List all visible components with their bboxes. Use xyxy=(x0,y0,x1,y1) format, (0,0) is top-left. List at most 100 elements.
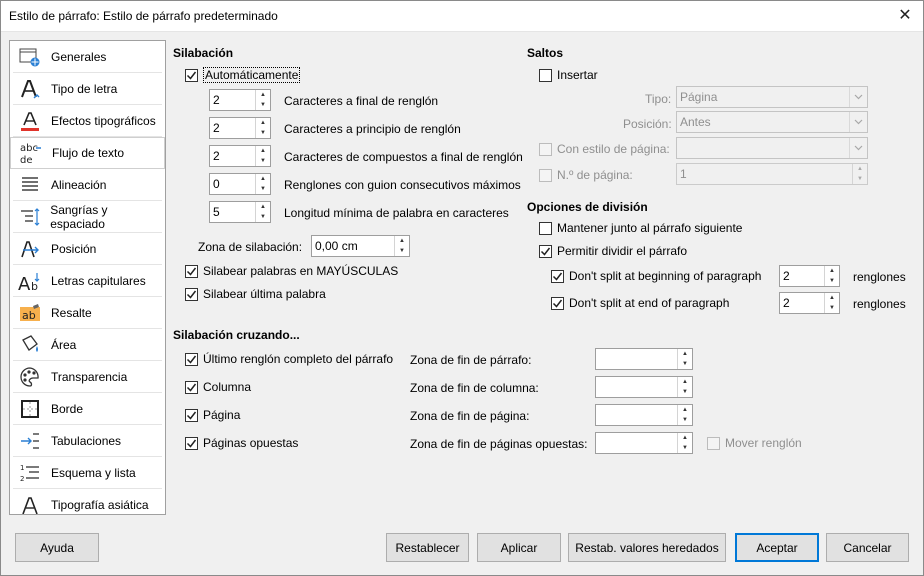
last-full-line-row[interactable]: Último renglón completo del párrafo xyxy=(185,352,393,366)
page-row[interactable]: Página xyxy=(185,408,240,422)
sidebar-item-alineacion[interactable]: Alineación xyxy=(13,169,162,201)
sidebar-item-borde[interactable]: Borde xyxy=(13,393,162,425)
widow-control-row[interactable]: Don't split at end of paragraph xyxy=(551,296,729,310)
paragraph-end-zone-label: Zona de fin de párrafo: xyxy=(410,353,532,367)
insert-break-row[interactable]: Insertar xyxy=(539,68,598,82)
page-style-select[interactable] xyxy=(676,137,868,159)
column-checkbox[interactable] xyxy=(185,380,198,394)
max-consecutive-spinner[interactable]: 0 ▲ ▼ xyxy=(209,173,271,195)
sidebar-item-generales[interactable]: Generales xyxy=(13,41,162,73)
page-number-checkbox[interactable] xyxy=(539,168,552,182)
orphan-lines-spinner[interactable]: 2 ▲ ▼ xyxy=(779,265,840,287)
facing-pages-row[interactable]: Páginas opuestas xyxy=(185,436,298,450)
spin-down-icon[interactable]: ▼ xyxy=(825,276,839,286)
apply-button[interactable]: Aplicar xyxy=(477,533,561,562)
ok-button[interactable]: Aceptar xyxy=(735,533,819,562)
chars-end-line-value: 2 xyxy=(213,93,220,107)
insert-break-checkbox[interactable] xyxy=(539,68,552,82)
spin-down-icon[interactable]: ▼ xyxy=(256,128,270,138)
spin-down-icon[interactable]: ▼ xyxy=(825,303,839,313)
orphan-control-row[interactable]: Don't split at beginning of paragraph xyxy=(551,269,761,283)
hyphenate-last-word-row[interactable]: Silabear última palabra xyxy=(185,287,326,301)
keep-with-next-row[interactable]: Mantener junto al párrafo siguiente xyxy=(539,221,742,235)
highlight-icon: ab xyxy=(17,301,43,325)
widow-lines-spinner[interactable]: 2 ▲ ▼ xyxy=(779,292,840,314)
spin-down-icon[interactable]: ▼ xyxy=(256,184,270,194)
widow-control-checkbox[interactable] xyxy=(551,296,564,310)
sidebar-item-efectos-tipograficos[interactable]: Efectos tipográficos xyxy=(13,105,162,137)
page-end-zone-spinner[interactable]: ▲ ▼ xyxy=(595,404,693,426)
with-page-style-row[interactable]: Con estilo de página: xyxy=(539,142,670,156)
spin-up-icon[interactable]: ▲ xyxy=(395,236,409,246)
sidebar-item-tipo-de-letra[interactable]: Tipo de letra xyxy=(13,73,162,105)
sidebar-item-letras-capitulares[interactable]: Ab Letras capitulares xyxy=(13,265,162,297)
page-number-spinner[interactable]: 1 ▲ ▼ xyxy=(676,163,868,185)
paragraph-end-zone-spinner[interactable]: ▲ ▼ xyxy=(595,348,693,370)
spin-up-icon[interactable]: ▲ xyxy=(256,90,270,100)
sidebar-item-label: Resalte xyxy=(51,305,92,320)
min-word-length-spinner[interactable]: 5 ▲ ▼ xyxy=(209,201,271,223)
spin-up-icon[interactable]: ▲ xyxy=(256,118,270,128)
svg-text:1: 1 xyxy=(20,464,24,472)
move-line-checkbox[interactable] xyxy=(707,436,720,450)
chars-end-line-spinner[interactable]: 2 ▲ ▼ xyxy=(209,89,271,111)
close-icon[interactable]: ✕ xyxy=(895,6,915,26)
sidebar-item-posicion[interactable]: Posición xyxy=(13,233,162,265)
spin-down-icon[interactable]: ▼ xyxy=(256,212,270,222)
sidebar-item-area[interactable]: Área xyxy=(13,329,162,361)
spin-down-icon[interactable]: ▼ xyxy=(256,100,270,110)
page-checkbox[interactable] xyxy=(185,408,198,422)
hyphenate-caps-row[interactable]: Silabear palabras en MAYÚSCULAS xyxy=(185,264,398,278)
spin-up-icon[interactable]: ▲ xyxy=(825,293,839,303)
facing-pages-end-zone-spinner[interactable]: ▲ ▼ xyxy=(595,432,693,454)
spin-up-icon[interactable]: ▲ xyxy=(678,349,692,359)
keep-with-next-checkbox[interactable] xyxy=(539,221,552,235)
allow-split-checkbox[interactable] xyxy=(539,244,552,258)
break-type-label: Tipo: xyxy=(645,92,672,106)
break-type-select[interactable]: Página xyxy=(676,86,868,108)
spin-down-icon[interactable]: ▼ xyxy=(395,246,409,256)
spin-down-icon[interactable]: ▼ xyxy=(678,359,692,369)
column-end-zone-spinner[interactable]: ▲ ▼ xyxy=(595,376,693,398)
move-line-row[interactable]: Mover renglón xyxy=(707,436,802,450)
facing-pages-checkbox[interactable] xyxy=(185,436,198,450)
hyphenate-caps-checkbox[interactable] xyxy=(185,264,198,278)
column-row[interactable]: Columna xyxy=(185,380,251,394)
sidebar-item-resalte[interactable]: ab Resalte xyxy=(13,297,162,329)
chars-start-line-spinner[interactable]: 2 ▲ ▼ xyxy=(209,117,271,139)
spin-down-icon[interactable]: ▼ xyxy=(853,174,867,184)
spin-up-icon[interactable]: ▲ xyxy=(678,433,692,443)
sidebar-item-sangrias-y-espaciado[interactable]: Sangrías y espaciado xyxy=(13,201,162,233)
last-full-line-checkbox[interactable] xyxy=(185,352,198,366)
hyphenate-last-word-checkbox[interactable] xyxy=(185,287,198,301)
sidebar-item-tipografia-asiatica[interactable]: Tipografía asiática xyxy=(13,489,162,514)
spin-up-icon[interactable]: ▲ xyxy=(256,202,270,212)
reset-button[interactable]: Restablecer xyxy=(386,533,469,562)
orphan-control-checkbox[interactable] xyxy=(551,269,564,283)
break-position-select[interactable]: Antes xyxy=(676,111,868,133)
spin-down-icon[interactable]: ▼ xyxy=(678,387,692,397)
page-number-row[interactable]: N.º de página: xyxy=(539,168,633,182)
help-button[interactable]: Ayuda xyxy=(15,533,99,562)
reset-inherited-button[interactable]: Restab. valores heredados xyxy=(568,533,726,562)
sidebar-item-flujo-de-texto[interactable]: abc de Flujo de texto xyxy=(10,137,165,169)
sidebar-item-transparencia[interactable]: Transparencia xyxy=(13,361,162,393)
hyphenation-zone-spinner[interactable]: 0,00 cm ▲ ▼ xyxy=(311,235,410,257)
spin-up-icon[interactable]: ▲ xyxy=(256,146,270,156)
cancel-button[interactable]: Cancelar xyxy=(826,533,909,562)
spin-up-icon[interactable]: ▲ xyxy=(825,266,839,276)
spin-up-icon[interactable]: ▲ xyxy=(678,377,692,387)
spin-down-icon[interactable]: ▼ xyxy=(678,415,692,425)
spin-down-icon[interactable]: ▼ xyxy=(256,156,270,166)
spin-up-icon[interactable]: ▲ xyxy=(678,405,692,415)
spin-down-icon[interactable]: ▼ xyxy=(678,443,692,453)
hyphenation-auto-checkbox[interactable] xyxy=(185,68,198,82)
sidebar-item-esquema-y-lista[interactable]: 12 Esquema y lista xyxy=(13,457,162,489)
hyphenation-auto-row[interactable]: Automáticamente xyxy=(185,67,301,83)
allow-split-row[interactable]: Permitir dividir el párrafo xyxy=(539,244,687,258)
spin-up-icon[interactable]: ▲ xyxy=(853,164,867,174)
sidebar-item-tabulaciones[interactable]: Tabulaciones xyxy=(13,425,162,457)
with-page-style-checkbox[interactable] xyxy=(539,142,552,156)
spin-up-icon[interactable]: ▲ xyxy=(256,174,270,184)
compound-chars-spinner[interactable]: 2 ▲ ▼ xyxy=(209,145,271,167)
